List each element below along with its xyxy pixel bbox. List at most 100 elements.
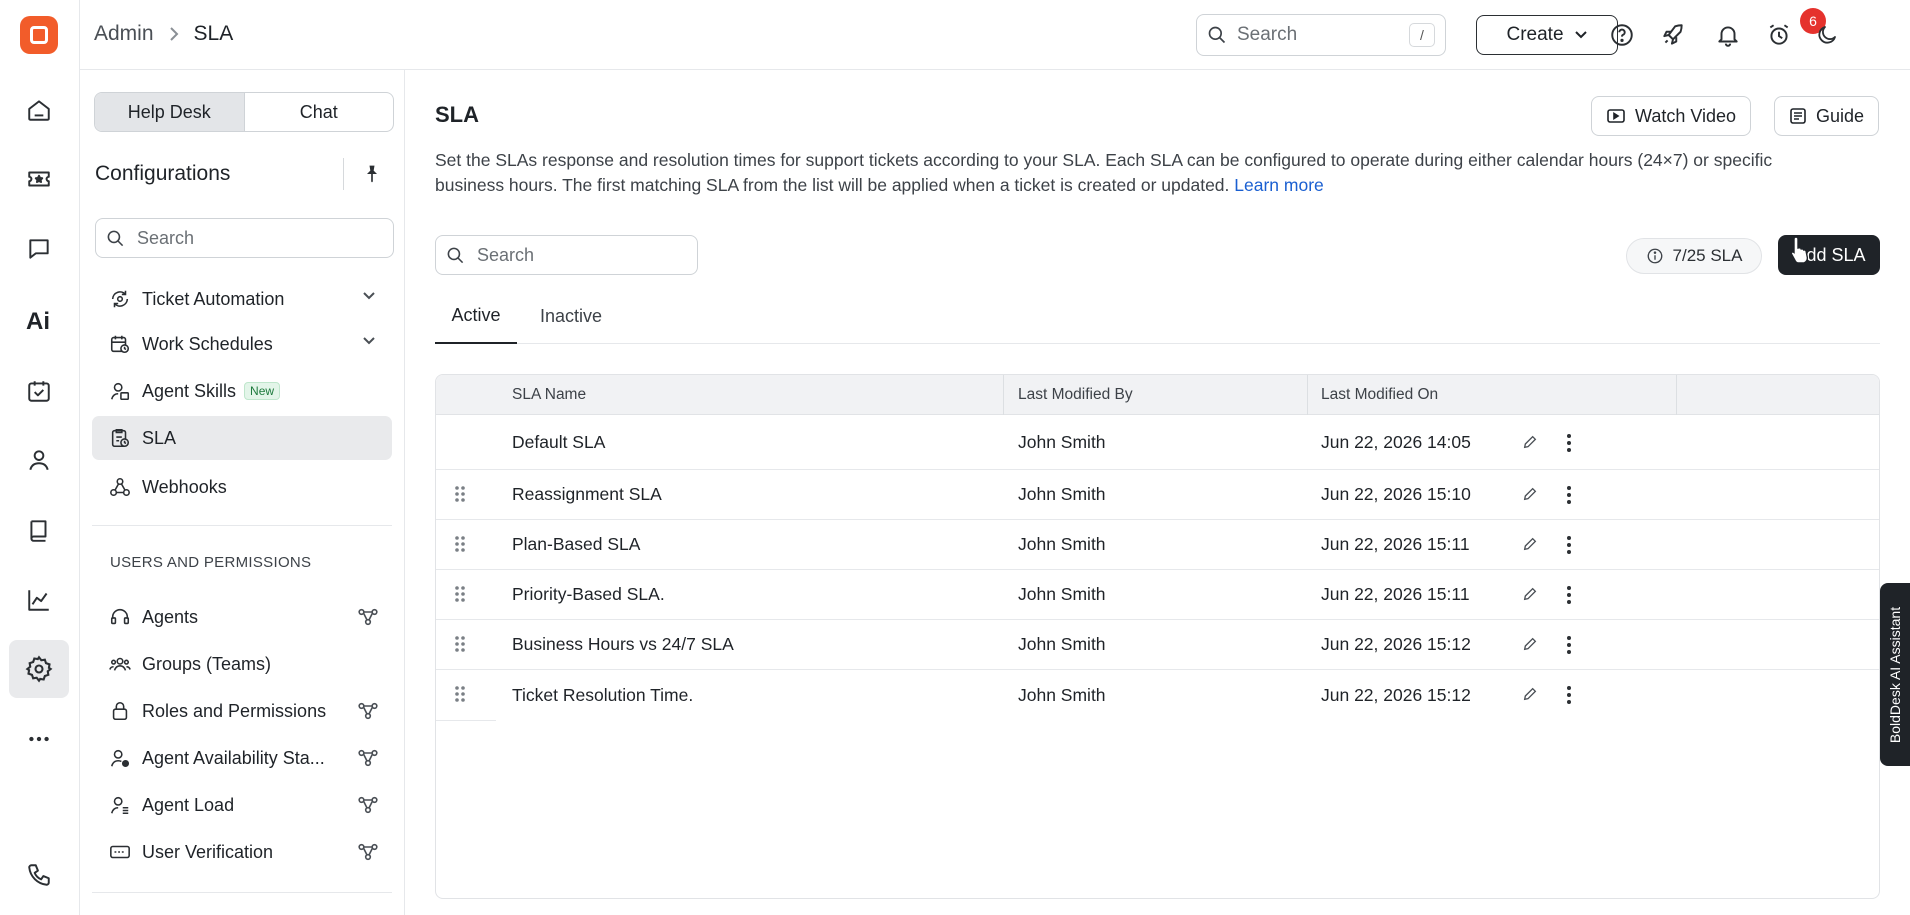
- product-toggle: Help Desk Chat: [94, 92, 394, 132]
- more-vertical-icon[interactable]: [1566, 485, 1572, 505]
- chevron-down-icon: [362, 336, 376, 346]
- create-button[interactable]: Create: [1476, 15, 1618, 55]
- config-search-placeholder: Search: [137, 227, 195, 248]
- drag-handle-icon[interactable]: [454, 485, 466, 503]
- sidebar-item-user-verification[interactable]: User Verification: [92, 830, 392, 874]
- table-header: SLA Name Last Modified By Last Modified …: [436, 375, 1879, 415]
- pin-icon[interactable]: [362, 164, 382, 184]
- sidebar-item-agent-skills[interactable]: Agent Skills New: [92, 369, 392, 413]
- settings-icon[interactable]: [9, 640, 69, 698]
- search-shortcut: /: [1409, 23, 1435, 47]
- page-title: SLA: [435, 102, 479, 127]
- drag-handle-icon[interactable]: [454, 635, 466, 653]
- ai-icon[interactable]: Ai: [9, 291, 69, 349]
- more-vertical-icon[interactable]: [1566, 635, 1572, 655]
- page-description: Set the SLAs response and resolution tim…: [435, 148, 1815, 198]
- drag-handle-icon[interactable]: [454, 585, 466, 603]
- sidebar-item-label: User Verification: [142, 841, 274, 862]
- tab-inactive[interactable]: Inactive: [525, 288, 617, 344]
- ticket-icon[interactable]: [9, 150, 69, 208]
- user-load-icon: [109, 794, 131, 816]
- analytics-icon[interactable]: [9, 571, 69, 629]
- section-divider: [92, 892, 392, 893]
- modified-by-cell: John Smith: [1018, 684, 1106, 705]
- sidebar-item-roles[interactable]: Roles and Permissions: [92, 689, 392, 733]
- sidebar-item-label: Agent Availability Sta...: [142, 747, 325, 768]
- tab-active[interactable]: Active: [435, 288, 517, 344]
- sidebar-title: Configurations: [95, 162, 231, 185]
- global-search-placeholder: Search: [1237, 24, 1298, 45]
- modified-on-cell: Jun 22, 2026 14:05: [1321, 431, 1471, 452]
- automation-icon: [109, 288, 131, 310]
- book-icon[interactable]: [9, 501, 69, 559]
- column-sla-name[interactable]: SLA Name: [512, 375, 586, 415]
- calendar-check-icon[interactable]: [9, 362, 69, 420]
- rocket-icon[interactable]: [1658, 20, 1688, 50]
- toggle-help-desk[interactable]: Help Desk: [95, 93, 245, 131]
- bell-icon[interactable]: [1713, 20, 1743, 50]
- chevron-down-icon: [362, 291, 376, 301]
- more-vertical-icon[interactable]: [1566, 433, 1572, 453]
- hierarchy-icon: [358, 796, 378, 814]
- app-rail: Ai: [0, 0, 80, 915]
- sla-search-input[interactable]: Search: [435, 235, 698, 275]
- table-row[interactable]: Reassignment SLA John Smith Jun 22, 2026…: [436, 470, 1879, 520]
- column-last-modified-by[interactable]: Last Modified By: [1018, 375, 1133, 415]
- verification-icon: [109, 841, 131, 863]
- drag-handle-icon[interactable]: [454, 685, 466, 703]
- edit-icon[interactable]: [1522, 586, 1538, 602]
- ai-assistant-tab[interactable]: BoldDesk AI Assistant: [1880, 583, 1910, 766]
- edit-icon[interactable]: [1522, 434, 1538, 450]
- row-separator: [436, 720, 496, 721]
- breadcrumb-chevron-icon: [168, 26, 180, 42]
- table-row[interactable]: Default SLA John Smith Jun 22, 2026 14:0…: [436, 415, 1879, 470]
- sidebar-item-work-schedules[interactable]: Work Schedules: [92, 322, 392, 366]
- breadcrumb-admin[interactable]: Admin: [94, 22, 154, 46]
- table-row[interactable]: Business Hours vs 24/7 SLA John Smith Ju…: [436, 620, 1879, 670]
- sidebar-item-ticket-automation[interactable]: Ticket Automation: [92, 277, 392, 321]
- config-search-input[interactable]: Search: [95, 218, 394, 258]
- edit-icon[interactable]: [1522, 686, 1538, 702]
- help-icon[interactable]: [1607, 20, 1637, 50]
- agent-skills-icon: [109, 380, 131, 402]
- home-icon[interactable]: [9, 81, 69, 139]
- modified-on-cell: Jun 22, 2026 15:11: [1321, 534, 1470, 554]
- more-vertical-icon[interactable]: [1566, 585, 1572, 605]
- sidebar-item-agent-availability[interactable]: Agent Availability Sta...: [92, 736, 392, 780]
- sidebar-item-webhooks[interactable]: Webhooks: [92, 465, 392, 509]
- sidebar-item-agent-load[interactable]: Agent Load: [92, 783, 392, 827]
- app-logo[interactable]: [20, 16, 58, 54]
- configurations-sidebar: Help Desk Chat Configurations Search Tic…: [80, 70, 405, 915]
- sidebar-item-agents[interactable]: Agents: [92, 595, 392, 639]
- table-row[interactable]: Priority-Based SLA. John Smith Jun 22, 2…: [436, 570, 1879, 620]
- watch-video-button[interactable]: Watch Video: [1591, 96, 1752, 136]
- guide-button[interactable]: Guide: [1774, 96, 1880, 136]
- global-search-input[interactable]: Search /: [1196, 14, 1446, 56]
- drag-handle-icon[interactable]: [454, 535, 466, 553]
- sidebar-item-groups[interactable]: Groups (Teams): [92, 642, 392, 686]
- modified-on-cell: Jun 22, 2026 15:10: [1321, 484, 1471, 504]
- edit-icon[interactable]: [1522, 486, 1538, 502]
- edit-icon[interactable]: [1522, 636, 1538, 652]
- table-row[interactable]: Plan-Based SLA John Smith Jun 22, 2026 1…: [436, 520, 1879, 570]
- column-last-modified-on[interactable]: Last Modified On: [1321, 375, 1438, 415]
- hierarchy-icon: [358, 608, 378, 626]
- chat-icon[interactable]: [9, 220, 69, 278]
- top-bar: Admin SLA Search / Create 6 JS: [80, 0, 1910, 70]
- info-icon: [1646, 247, 1664, 265]
- more-vertical-icon[interactable]: [1566, 535, 1572, 555]
- dark-mode-icon[interactable]: [1812, 20, 1842, 50]
- learn-more-link[interactable]: Learn more: [1234, 175, 1324, 195]
- column-divider: [1307, 375, 1308, 415]
- user-icon[interactable]: [9, 431, 69, 489]
- edit-icon[interactable]: [1522, 536, 1538, 552]
- alarm-clock-icon[interactable]: [1764, 20, 1794, 50]
- more-vertical-icon[interactable]: [1566, 685, 1572, 705]
- toggle-chat[interactable]: Chat: [245, 93, 394, 131]
- sla-name-cell: Priority-Based SLA.: [512, 584, 665, 604]
- phone-icon[interactable]: [9, 846, 69, 904]
- section-title: USERS AND PERMISSIONS: [110, 554, 312, 571]
- table-row[interactable]: Ticket Resolution Time. John Smith Jun 2…: [436, 670, 1879, 720]
- more-icon[interactable]: [9, 710, 69, 768]
- sidebar-item-sla[interactable]: SLA: [92, 416, 392, 460]
